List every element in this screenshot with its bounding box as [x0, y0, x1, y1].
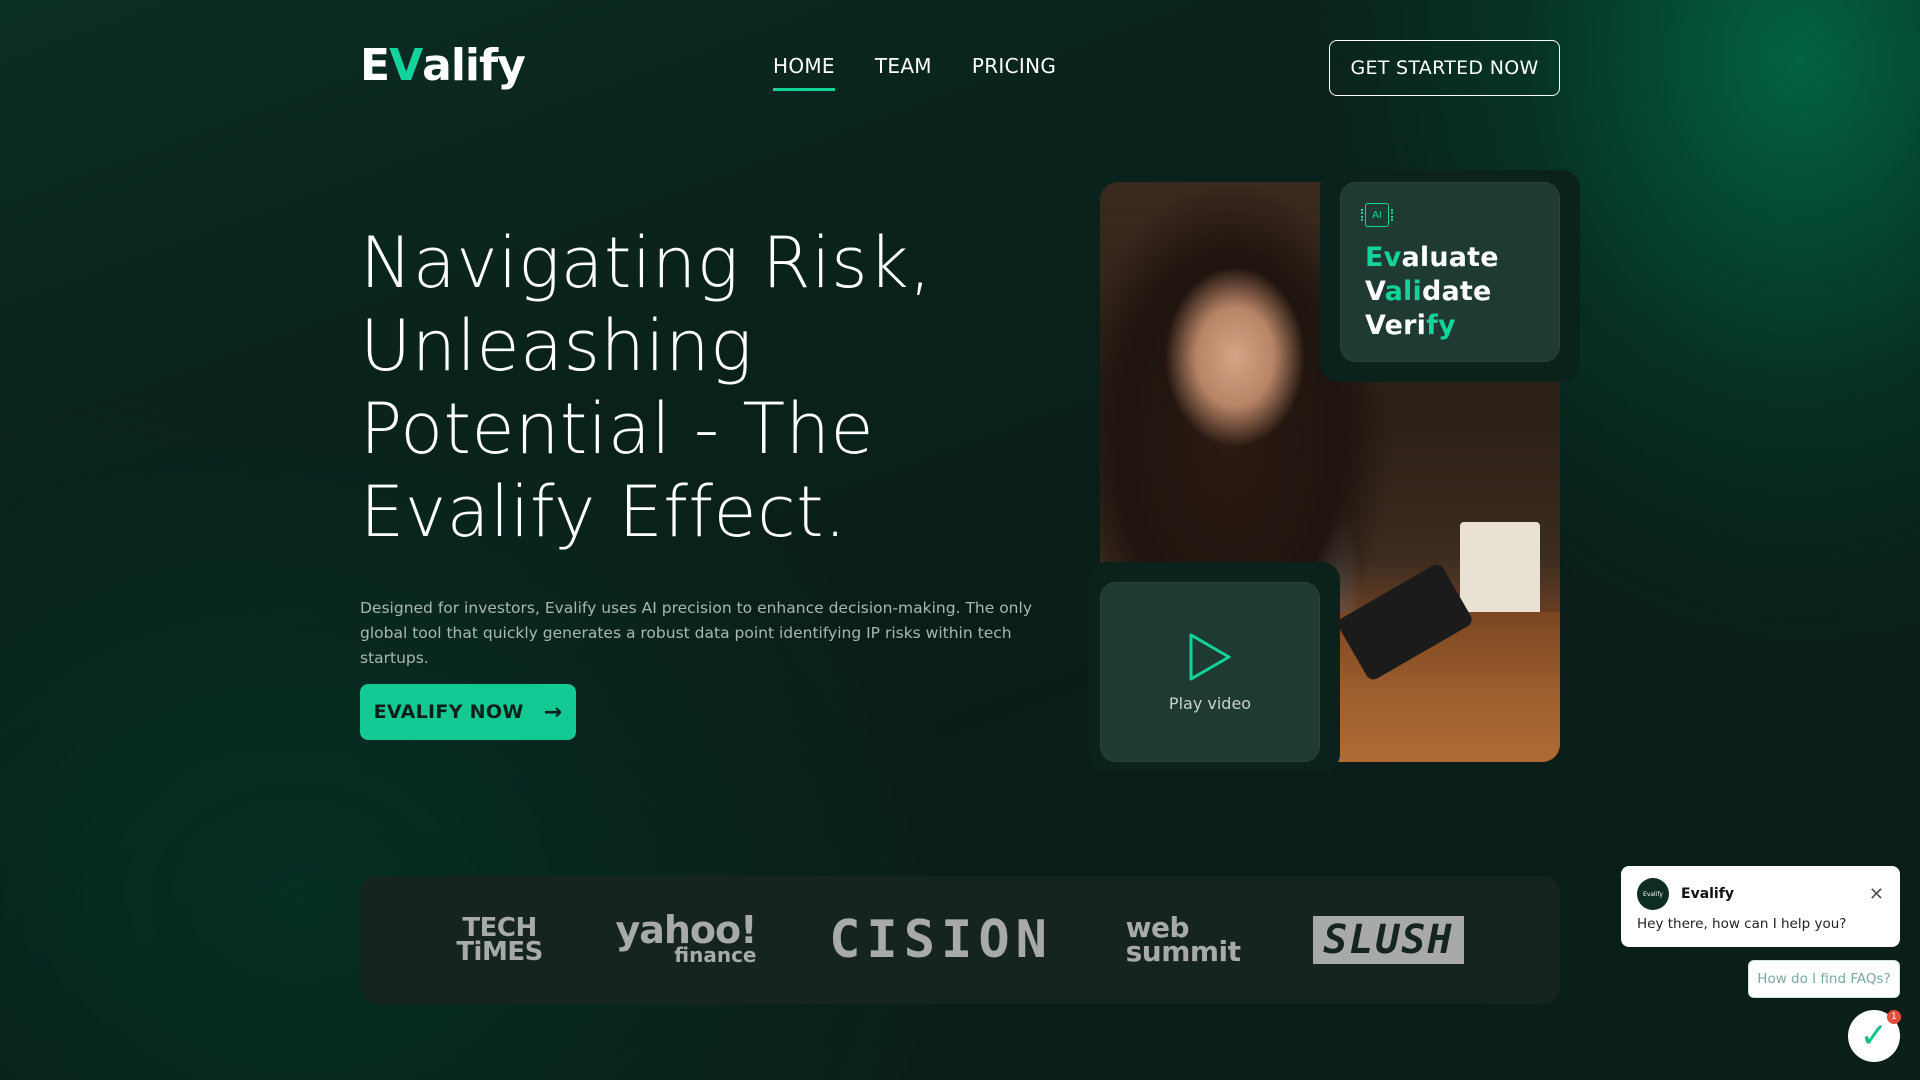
arrow-right-icon: → — [543, 699, 563, 725]
verify-line: Verify — [1365, 310, 1456, 341]
nav-item-home[interactable]: HOME — [773, 54, 835, 91]
web-summit-logo: web summit — [1125, 911, 1241, 968]
hero-description: Designed for investors, Evalify uses AI … — [360, 599, 1032, 667]
chat-agent-name: Evalify — [1681, 886, 1734, 902]
chat-popup[interactable]: Evalify Evalify ✕ Hey there, how can I h… — [1621, 866, 1900, 947]
nav-item-pricing[interactable]: PRICING — [972, 54, 1056, 91]
chat-message: Hey there, how can I help you? — [1637, 916, 1847, 932]
get-started-button[interactable]: GET STARTED NOW — [1329, 40, 1560, 96]
hero-title-line: Potential - The — [360, 388, 875, 470]
chat-avatar: Evalify — [1637, 878, 1669, 910]
evalify-now-label: EVALIFY NOW — [373, 701, 524, 723]
evalify-now-button[interactable]: EVALIFY NOW → — [360, 684, 576, 740]
logo-suffix: alify — [422, 40, 526, 91]
nav-item-team[interactable]: TEAM — [875, 54, 932, 91]
ai-chip-icon: AI — [1361, 203, 1393, 227]
notification-badge: 1 — [1887, 1010, 1901, 1024]
photo-chair — [1460, 522, 1540, 622]
chat-header: Evalify Evalify ✕ — [1637, 878, 1884, 910]
play-icon[interactable] — [1188, 632, 1232, 682]
hero-title-line: Evalify Effect. — [360, 471, 847, 553]
hero-title: Navigating Risk, Unleashing Potential - … — [360, 222, 1000, 554]
evaluate-card: AI Evaluate Validate Verify — [1340, 182, 1560, 362]
slush-logo: SLUSH — [1313, 916, 1464, 964]
cision-logo: CISION — [829, 910, 1053, 970]
main-nav: HOME TEAM PRICING — [773, 54, 1056, 91]
logo-accent: V — [389, 40, 423, 91]
hero-title-line: Unleashing — [360, 305, 753, 387]
faq-quick-reply-button[interactable]: How do I find FAQs? — [1748, 960, 1900, 998]
logo-prefix: E — [360, 40, 390, 91]
close-icon[interactable]: ✕ — [1869, 884, 1884, 905]
evalify-logo[interactable]: E Valify — [360, 40, 526, 91]
play-video-label: Play video — [1168, 693, 1252, 713]
press-logos: TECH TiMES yahoo! finance CISION web summit… — [360, 876, 1560, 1004]
play-video-card[interactable]: Play video — [1100, 582, 1320, 762]
validate-line: Validate — [1365, 276, 1492, 307]
evaluate-line: Evaluate — [1365, 242, 1499, 273]
hero-title-line: Navigating Risk, — [360, 222, 932, 304]
yahoo-finance-logo: yahoo! finance — [615, 908, 757, 967]
tech-times-logo: TECH TiMES — [456, 913, 543, 967]
